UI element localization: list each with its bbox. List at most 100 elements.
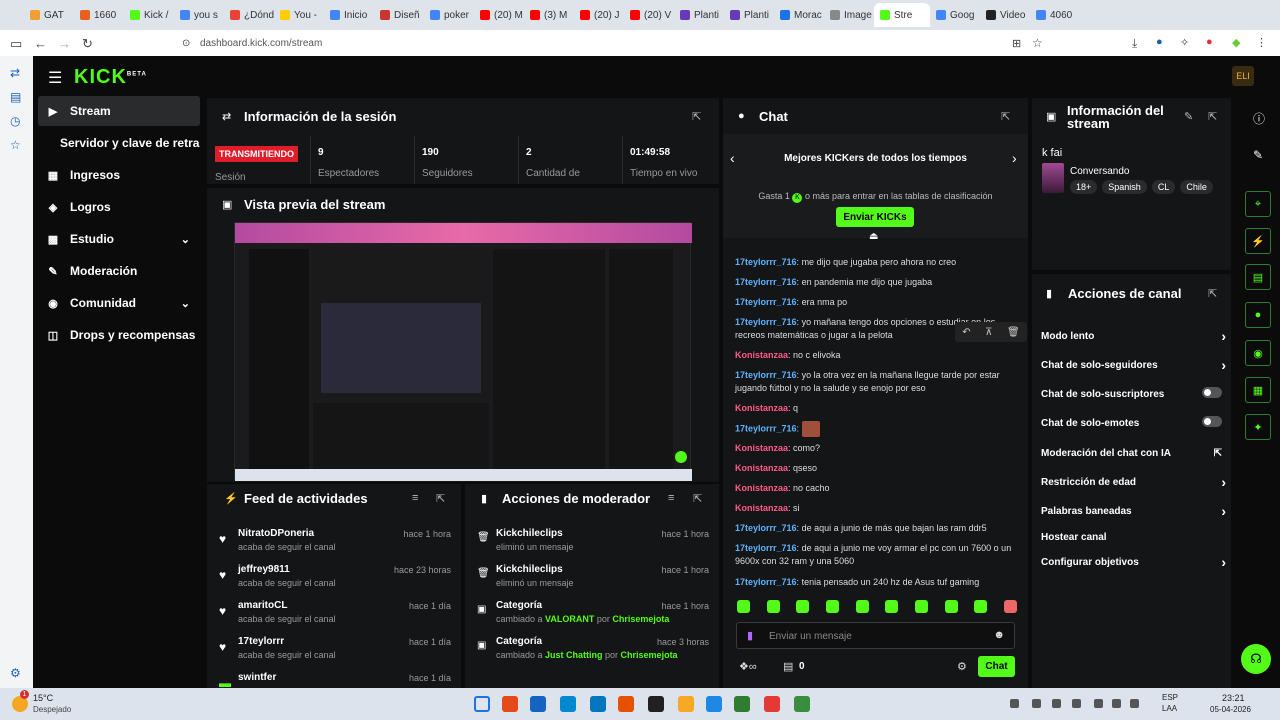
popout-modactions-icon[interactable]: ⇱ <box>693 492 702 505</box>
tray-icon[interactable] <box>1112 699 1121 708</box>
menu-dots-icon[interactable]: ⋮ <box>1256 36 1267 49</box>
modaction-actor[interactable]: Categoría <box>496 600 542 611</box>
chat-username[interactable]: 17teylorrr_716 <box>735 317 797 327</box>
browser-tab[interactable]: Stre <box>874 3 930 27</box>
reply-icon[interactable]: ↶ <box>962 327 970 338</box>
taskbar-app-icon[interactable] <box>618 696 634 712</box>
channel-action-item[interactable]: Restricción de edad › <box>1041 474 1226 490</box>
chat-username[interactable]: 17teylorrr_716 <box>735 523 797 533</box>
channel-action-item[interactable]: Hostear canal <box>1041 532 1226 543</box>
browser-tab[interactable]: You - <box>274 3 324 27</box>
emote-icon[interactable] <box>796 600 810 613</box>
browser-tab[interactable]: 4060 <box>1030 3 1080 27</box>
browser-tab[interactable]: Morac <box>774 3 824 27</box>
rail-document-icon[interactable]: ▤ <box>1245 264 1271 290</box>
chat-input-box[interactable]: ▮ Enviar un mensaje ☻ <box>736 622 1015 649</box>
emote-icon[interactable] <box>766 600 780 613</box>
reload-icon[interactable]: ↻ <box>82 36 93 52</box>
collapse-up-icon[interactable]: ⏏ <box>869 231 878 242</box>
toggle-switch[interactable] <box>1202 416 1222 427</box>
chat-username[interactable]: 17teylorrr_716 <box>735 543 797 553</box>
taskbar-app-icon[interactable] <box>794 696 810 712</box>
user-avatar[interactable]: ELI <box>1232 66 1254 86</box>
clock-time[interactable]: 23:21 <box>1222 693 1245 703</box>
stream-preview-video[interactable] <box>234 222 692 481</box>
send-chat-button[interactable]: Chat <box>978 656 1015 677</box>
flow-icon[interactable]: ⇄ <box>10 66 20 80</box>
browser-tab[interactable]: 1660 <box>74 3 124 27</box>
lang-indicator[interactable]: ESP <box>1162 693 1178 702</box>
history-icon[interactable]: ◷ <box>10 114 20 128</box>
sidebar-item[interactable]: ▶ Stream <box>38 96 200 126</box>
stream-tag[interactable]: Spanish <box>1102 180 1147 194</box>
browser-tab[interactable]: ¿Dónd <box>224 3 274 27</box>
vpn-icon[interactable]: ◆ <box>1232 36 1240 49</box>
browser-tab[interactable]: GAT <box>24 3 74 27</box>
rail-layout-icon[interactable]: ▦ <box>1245 377 1271 403</box>
rail-chat-icon[interactable]: ● <box>1245 302 1271 328</box>
chat-username[interactable]: Konistanzaa <box>735 483 788 493</box>
tray-icon[interactable] <box>1094 699 1103 708</box>
tray-icon[interactable] <box>1032 699 1041 708</box>
feed-user[interactable]: jeffrey9811 <box>238 564 290 575</box>
popout-streaminfo-icon[interactable]: ⇱ <box>1208 110 1217 123</box>
channel-action-item[interactable]: Chat de solo-suscriptores <box>1041 387 1226 400</box>
feed-user[interactable]: swintfer <box>238 672 276 683</box>
tray-icon[interactable] <box>1052 699 1061 708</box>
browser-tab[interactable]: Diseñ <box>374 3 424 27</box>
settings-gear-icon[interactable]: ⚙ <box>10 666 21 680</box>
taskbar-app-icon[interactable] <box>474 696 490 712</box>
chat-username[interactable]: 17teylorrr_716 <box>735 257 797 267</box>
chat-username[interactable]: 17teylorrr_716 <box>735 370 797 380</box>
sidebar-toggle-icon[interactable]: ▭ <box>10 36 22 52</box>
emote-icon[interactable] <box>944 600 958 613</box>
modactions-filter-icon[interactable]: ≡ <box>668 492 674 504</box>
feed-filter-icon[interactable]: ≡ <box>412 492 418 504</box>
toggle-switch[interactable] <box>1202 387 1222 398</box>
sidebar-item[interactable]: ✎ Moderación <box>38 256 200 286</box>
emote-icon[interactable] <box>737 600 750 613</box>
sidebar-item[interactable]: ▩ Estudio ⌄ <box>38 224 200 254</box>
delete-icon[interactable]: 🗑 <box>1007 327 1020 338</box>
hamburger-menu-icon[interactable]: ☰ <box>48 68 62 88</box>
taskbar-app-icon[interactable] <box>734 696 750 712</box>
mic-icon[interactable]: ▮ <box>747 629 753 642</box>
popout-feed-icon[interactable]: ⇱ <box>436 492 445 505</box>
sidebar-item[interactable]: Servidor y clave de retransm <box>38 128 200 158</box>
modaction-actor[interactable]: Kickchileclips <box>496 564 563 575</box>
chat-username[interactable]: 17teylorrr_716 <box>735 297 797 307</box>
install-icon[interactable]: ⊞ <box>1012 37 1021 50</box>
sidebar-item[interactable]: ◈ Logros <box>38 192 200 222</box>
taskbar-app-icon[interactable] <box>678 696 694 712</box>
download-icon[interactable]: ⤓ <box>1132 36 1137 51</box>
support-headset-icon[interactable]: ☊ <box>1241 644 1271 674</box>
emote-icon[interactable] <box>855 600 869 613</box>
pin-icon[interactable]: ⊼ <box>985 327 992 338</box>
taskbar-app-icon[interactable] <box>502 696 518 712</box>
modaction-actor[interactable]: Categoría <box>496 636 542 647</box>
kick-logo[interactable]: KICKBETA <box>74 66 147 89</box>
channel-action-item[interactable]: Modo lento › <box>1041 328 1226 344</box>
modaction-actor[interactable]: Kickchileclips <box>496 528 563 539</box>
browser-tab[interactable]: (3) M <box>524 3 574 27</box>
taskbar-app-icon[interactable] <box>706 696 722 712</box>
chat-username[interactable]: 17teylorrr_716 <box>735 423 797 433</box>
info-circle-icon[interactable]: ⓘ <box>1253 110 1265 127</box>
feed-user[interactable]: amaritoCL <box>238 600 287 611</box>
sidebar-item[interactable]: ◫ Drops y recompensas <box>38 320 200 350</box>
send-kicks-button[interactable]: Enviar KICKs <box>836 207 914 227</box>
chat-username[interactable]: Konistanzaa <box>735 403 788 413</box>
taskbar-app-icon[interactable] <box>764 696 780 712</box>
channel-action-item[interactable]: Chat de solo-emotes <box>1041 416 1226 429</box>
gift-icon[interactable]: ▤ <box>783 660 793 673</box>
browser-tab[interactable]: Planti <box>724 3 774 27</box>
browser-tab[interactable]: you s <box>174 3 224 27</box>
emote-icon[interactable] <box>1003 600 1017 613</box>
rail-wrench-icon[interactable]: ✦ <box>1245 414 1271 440</box>
taskbar-app-icon[interactable] <box>590 696 606 712</box>
taskbar-app-icon[interactable] <box>648 696 664 712</box>
favorites-icon[interactable]: ☆ <box>10 138 21 152</box>
channel-action-item[interactable]: Palabras baneadas › <box>1041 503 1226 519</box>
tray-icon[interactable] <box>1130 699 1139 708</box>
channel-points-icon[interactable]: ❖∞ <box>739 660 757 673</box>
